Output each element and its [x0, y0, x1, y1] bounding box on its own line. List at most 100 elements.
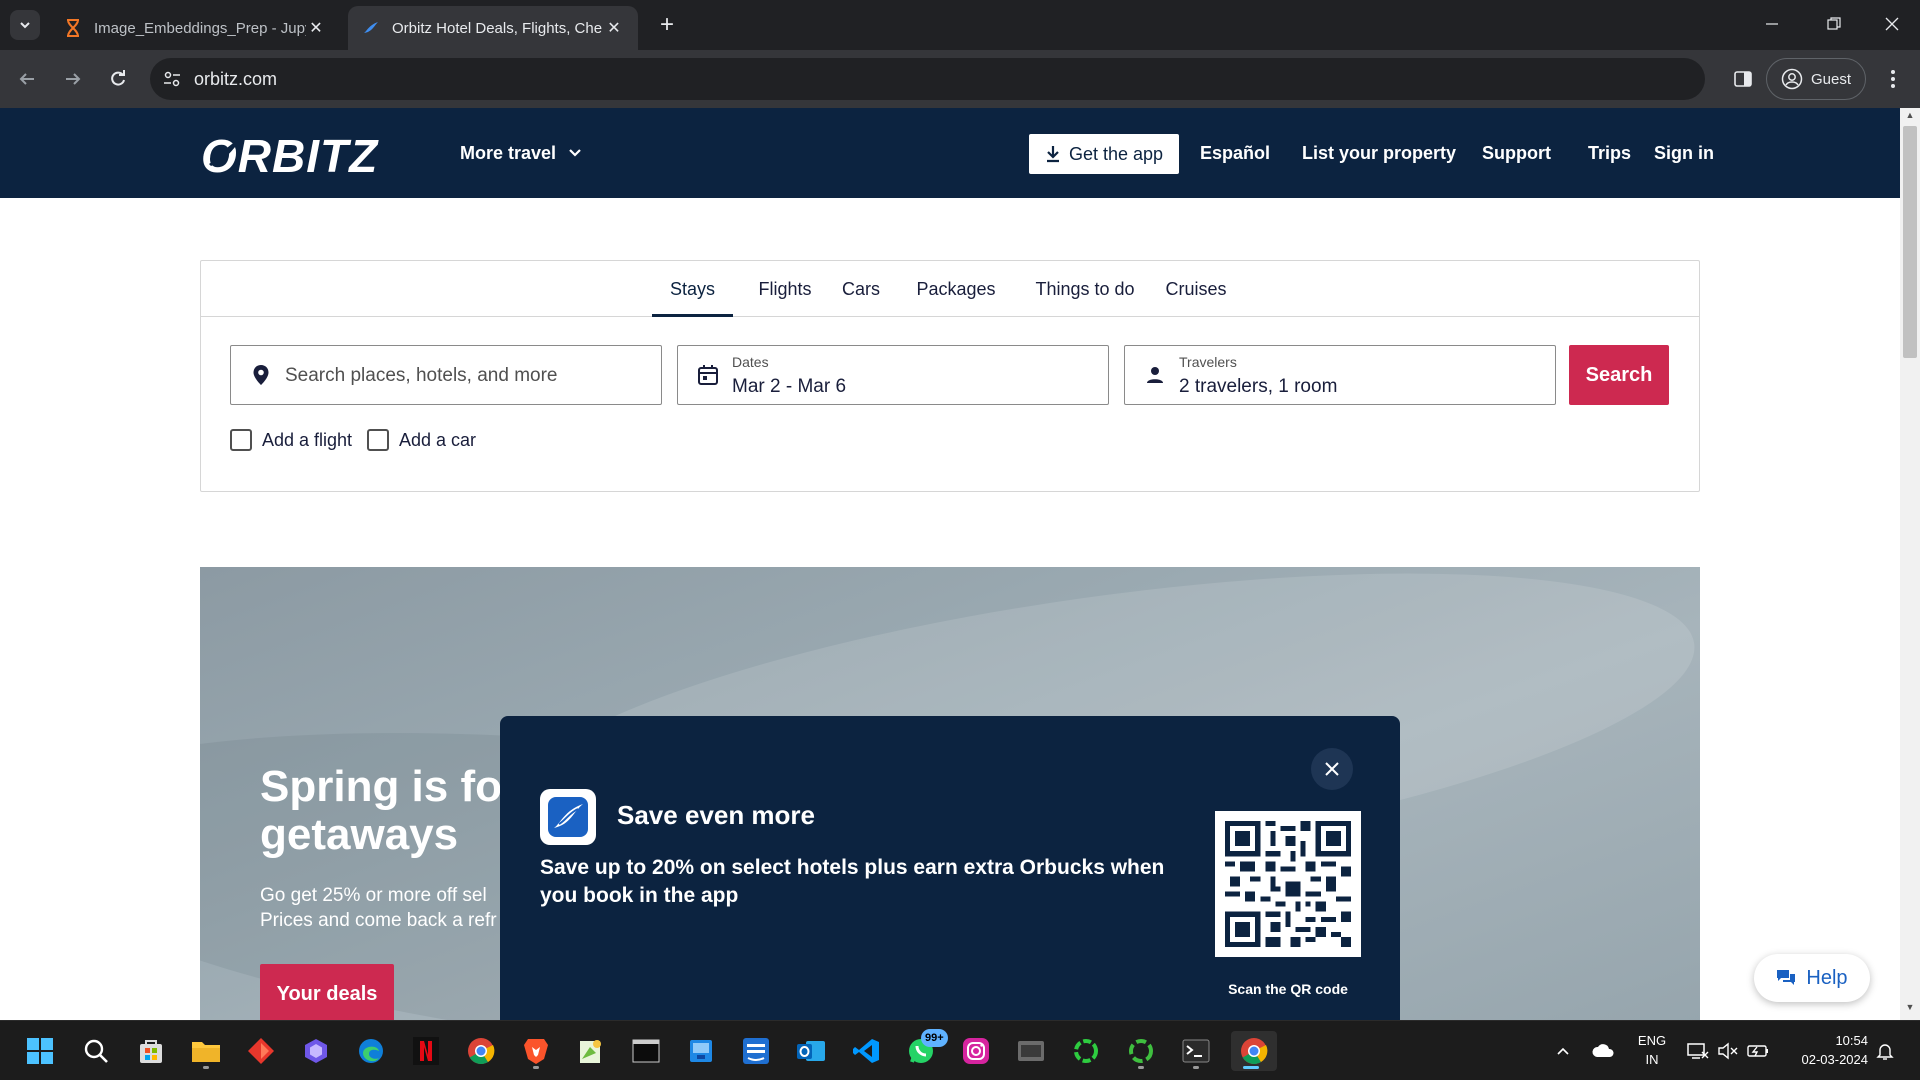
checkbox-icon [230, 429, 252, 451]
calendar-icon [698, 365, 718, 385]
profile-button[interactable]: Guest [1766, 58, 1866, 100]
network-display-icon [1687, 1043, 1709, 1059]
destination-field[interactable]: Search places, hotels, and more [230, 345, 662, 405]
hourglass-icon [64, 19, 82, 37]
close-window-button[interactable] [1868, 6, 1916, 42]
nav-sign-in-link[interactable]: Sign in [1654, 108, 1714, 198]
windows-taskbar: 99+ ENG IN 10:54 02-03-2024 [0, 1020, 1920, 1080]
taskbar-terminal[interactable] [1176, 1031, 1216, 1071]
start-button[interactable] [20, 1031, 60, 1071]
close-tab-icon[interactable]: ✕ [306, 18, 326, 38]
taskbar-vscode[interactable] [846, 1031, 886, 1071]
new-tab-button[interactable]: + [652, 10, 682, 40]
browser-tab-orbitz[interactable]: Orbitz Hotel Deals, Flights, Che ✕ [348, 6, 638, 50]
volume-muted-icon [1718, 1042, 1738, 1060]
your-deals-button[interactable]: Your deals [260, 964, 394, 1020]
taskbar-copilot[interactable] [296, 1031, 336, 1071]
taskbar-prime-video[interactable] [736, 1031, 776, 1071]
taskbar-terminal-window[interactable] [626, 1031, 666, 1071]
restore-button[interactable] [1810, 6, 1858, 42]
taskbar-store[interactable] [131, 1031, 171, 1071]
scroll-down-arrow-icon[interactable]: ▼ [1900, 1002, 1920, 1018]
nav-trips-link[interactable]: Trips [1588, 108, 1631, 198]
notification-badge: 99+ [921, 1029, 948, 1047]
tab-cruises[interactable]: Cruises [1158, 261, 1234, 317]
person-circle-icon [1781, 68, 1803, 90]
omnibox[interactable]: orbitz.com [150, 58, 1705, 100]
taskbar-chrome-active[interactable] [1231, 1031, 1277, 1071]
search-form-card: Stays Flights Cars Packages Things to do… [200, 260, 1700, 492]
browser-tab-jupyter[interactable]: Image_Embeddings_Prep - Jupy ✕ [50, 6, 340, 50]
add-flight-label: Add a flight [262, 429, 353, 450]
site-info-icon[interactable] [150, 71, 194, 87]
network-tray-button[interactable] [1684, 1021, 1712, 1080]
orbitz-logo[interactable]: ORBITZ [199, 130, 411, 182]
taskbar-instagram[interactable] [956, 1031, 996, 1071]
volume-tray-button[interactable] [1714, 1021, 1742, 1080]
input-language-indicator[interactable]: ENG IN [1630, 1031, 1674, 1069]
search-tabs: Stays Flights Cars Packages Things to do… [201, 261, 1699, 317]
add-car-checkbox[interactable]: Add a car [367, 429, 476, 451]
chat-bubbles-icon [1777, 970, 1796, 985]
browser-menu-button[interactable] [1878, 62, 1908, 96]
tab-packages[interactable]: Packages [900, 261, 1012, 317]
taskbar-app-gray[interactable] [1011, 1031, 1051, 1071]
nav-list-property-link[interactable]: List your property [1302, 108, 1456, 198]
nav-support-link[interactable]: Support [1482, 108, 1551, 198]
travelers-field[interactable]: Travelers 2 travelers, 1 room [1124, 345, 1556, 405]
close-promo-button[interactable] [1311, 748, 1353, 790]
taskbar-outlook[interactable] [791, 1031, 831, 1071]
hero-subtitle-line: Go get 25% or more off sel [260, 885, 487, 906]
add-flight-checkbox[interactable]: Add a flight [230, 429, 352, 451]
side-panel-button[interactable] [1726, 62, 1760, 96]
taskbar-app-green-ring-2[interactable] [1121, 1031, 1161, 1071]
more-travel-menu[interactable]: More travel [460, 108, 582, 198]
taskbar-brave[interactable] [516, 1031, 556, 1071]
back-button[interactable] [10, 62, 44, 96]
help-button[interactable]: Help [1754, 954, 1870, 1002]
blue-window-app-icon [690, 1040, 712, 1062]
search-button[interactable]: Search [1569, 345, 1669, 405]
page-viewport: ORBITZ More travel Get the app Español L… [0, 108, 1900, 1020]
tab-cars[interactable]: Cars [836, 261, 886, 317]
page-scrollbar[interactable]: ▲ ▼ [1900, 108, 1920, 1020]
taskbar-chrome[interactable] [461, 1031, 501, 1071]
hero-title-line: getaways [260, 810, 459, 859]
taskbar-edge[interactable] [351, 1031, 391, 1071]
system-clock[interactable]: 10:54 02-03-2024 [1778, 1031, 1869, 1069]
taskbar-notepad-plus[interactable] [571, 1031, 611, 1071]
copilot-icon [305, 1039, 327, 1063]
tab-flights[interactable]: Flights [748, 261, 822, 317]
minimize-button[interactable] [1748, 6, 1796, 42]
close-icon [1325, 762, 1339, 776]
tab-things-to-do[interactable]: Things to do [1026, 261, 1144, 317]
reload-button[interactable] [101, 62, 135, 96]
restore-icon [1827, 17, 1841, 30]
green-ring-app-icon [1129, 1039, 1153, 1063]
show-hidden-icons-button[interactable] [1548, 1021, 1578, 1080]
taskbar-app-green-ring[interactable] [1066, 1031, 1106, 1071]
browser-tab-bar: Image_Embeddings_Prep - Jupy ✕ Orbitz Ho… [0, 0, 1920, 50]
tab-stays[interactable]: Stays [652, 261, 733, 317]
taskbar-file-explorer[interactable] [186, 1031, 226, 1071]
taskbar-netflix[interactable] [406, 1031, 446, 1071]
onedrive-tray-button[interactable] [1586, 1021, 1620, 1080]
dates-field[interactable]: Dates Mar 2 - Mar 6 [677, 345, 1109, 405]
console-window-icon [632, 1039, 660, 1063]
battery-tray-button[interactable] [1744, 1021, 1772, 1080]
get-the-app-label: Get the app [1068, 143, 1164, 164]
get-the-app-button[interactable]: Get the app [1029, 134, 1179, 174]
taskbar-search-button[interactable] [76, 1031, 116, 1071]
close-tab-icon[interactable]: ✕ [604, 18, 624, 38]
vscode-icon [853, 1039, 879, 1063]
taskbar-app-red[interactable] [241, 1031, 281, 1071]
tab-title: Orbitz Hotel Deals, Flights, Che [392, 19, 603, 37]
taskbar-app-blue[interactable] [681, 1031, 721, 1071]
tab-search-button[interactable] [10, 10, 40, 40]
notifications-button[interactable] [1870, 1021, 1900, 1080]
scrollbar-thumb[interactable] [1903, 126, 1917, 358]
nav-espanol-link[interactable]: Español [1200, 108, 1270, 198]
scroll-up-arrow-icon[interactable]: ▲ [1900, 110, 1920, 126]
taskbar-whatsapp[interactable]: 99+ [901, 1029, 948, 1071]
forward-button[interactable] [56, 62, 90, 96]
